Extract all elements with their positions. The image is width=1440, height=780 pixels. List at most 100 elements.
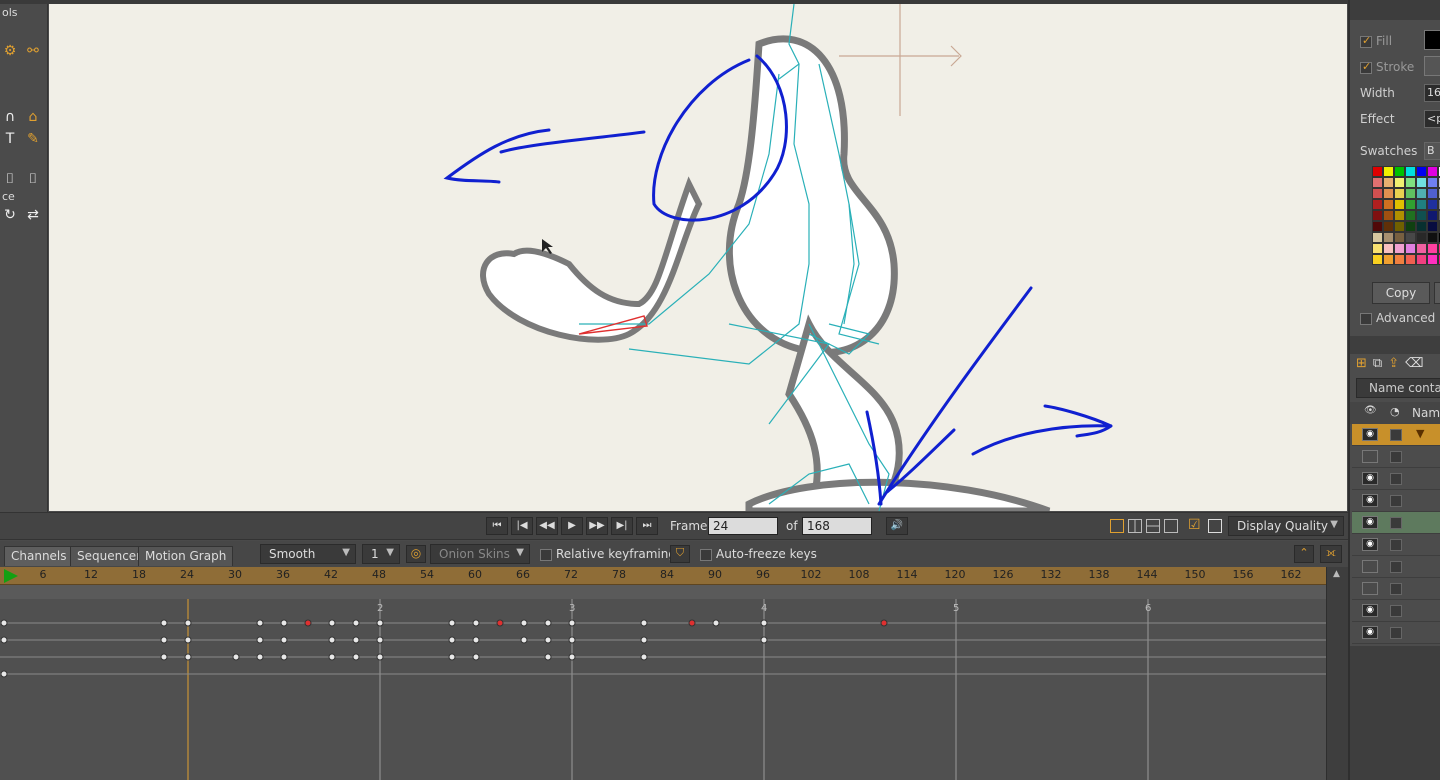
quad-view-icon[interactable]: [1164, 519, 1178, 533]
name-filter-input[interactable]: Name contain: [1356, 378, 1440, 398]
curve-tool-icon[interactable]: ∩: [0, 108, 20, 126]
stroke-label: Stroke: [1376, 60, 1415, 74]
width-input[interactable]: 16: [1424, 84, 1440, 102]
swatches-dropdown[interactable]: B: [1424, 142, 1440, 160]
relative-keyframing-checkbox[interactable]: [540, 548, 552, 561]
tab-sequencer[interactable]: Sequencer: [70, 546, 149, 566]
fill-checkbox[interactable]: [1360, 34, 1372, 48]
horizontal-split-icon[interactable]: [1146, 519, 1160, 533]
new-layer-icon[interactable]: ⊞: [1356, 356, 1367, 371]
frame-input[interactable]: 24: [708, 517, 778, 535]
keyframe-tracks[interactable]: 2 3 4 5 6: [0, 599, 1326, 780]
step-forward-icon[interactable]: ▶▶: [586, 517, 608, 535]
layer-visibility-icon[interactable]: ◉: [1362, 494, 1378, 507]
next-key-icon[interactable]: ▶|: [611, 517, 633, 535]
layer-row-highlighted[interactable]: ◉: [1352, 512, 1440, 534]
layer-row[interactable]: ◉: [1352, 600, 1440, 622]
stroke-row[interactable]: Stroke: [1360, 60, 1414, 74]
shield-icon[interactable]: ⛉: [670, 545, 690, 563]
shape-tool-icon[interactable]: ⌂: [23, 108, 43, 126]
tab-motion-graph[interactable]: Motion Graph: [138, 546, 234, 566]
step-back-icon[interactable]: ◀◀: [536, 517, 558, 535]
interpolation-dropdown[interactable]: Smooth ▼: [260, 544, 356, 564]
auto-freeze-toggle[interactable]: Auto-freeze keys: [700, 547, 817, 561]
layer-visibility-icon[interactable]: ◉: [1362, 428, 1378, 441]
effect-dropdown[interactable]: <p: [1424, 110, 1440, 128]
layer-lock-toggle[interactable]: [1390, 429, 1402, 441]
advanced-checkbox[interactable]: [1360, 312, 1372, 325]
layer-visibility-icon[interactable]: ◉: [1362, 516, 1378, 529]
previous-key-icon[interactable]: |◀: [511, 517, 533, 535]
quality-check-icon[interactable]: ☑: [1188, 517, 1201, 533]
single-view-icon[interactable]: [1110, 519, 1124, 533]
layer-lock-toggle[interactable]: [1390, 627, 1402, 639]
drawing-canvas[interactable]: [49, 4, 1347, 511]
layer-row[interactable]: [1352, 578, 1440, 600]
duplicate-layer-icon[interactable]: ⧉: [1373, 356, 1382, 371]
collapse-timeline-icon[interactable]: ⌃: [1294, 545, 1314, 563]
audio-icon[interactable]: 🔊: [886, 517, 908, 535]
layer-lock-toggle[interactable]: [1390, 561, 1402, 573]
timeline-scrollbar[interactable]: ▲: [1326, 567, 1348, 780]
play-icon[interactable]: ▶: [561, 517, 583, 535]
layer-expand-icon[interactable]: ▼: [1416, 427, 1424, 440]
go-to-end-icon[interactable]: ⏭: [636, 517, 658, 535]
stroke-checkbox[interactable]: [1360, 60, 1372, 74]
layer-visibility-icon[interactable]: [1362, 560, 1378, 573]
step-dropdown[interactable]: 1 ▼: [362, 544, 400, 564]
tab-channels[interactable]: Channels: [4, 546, 74, 566]
timeline-range-icon[interactable]: ⟗: [1320, 545, 1342, 563]
onion-skins-dropdown[interactable]: Onion Skins ▼: [430, 544, 530, 564]
display-quality-dropdown[interactable]: Display Quality ▼: [1228, 516, 1344, 536]
start-marker-icon[interactable]: [4, 569, 18, 583]
delete-layer-icon[interactable]: ⌫: [1405, 356, 1423, 371]
keyframe-dot: [568, 653, 576, 661]
frame-bounds-icon[interactable]: [1208, 519, 1222, 533]
relative-keyframing-toggle[interactable]: Relative keyframing: [540, 547, 676, 561]
copy-swatch-button[interactable]: Copy: [1372, 282, 1430, 304]
brush-tool-icon[interactable]: ✎: [23, 130, 43, 148]
layer-row[interactable]: ◉: [1352, 468, 1440, 490]
onion-skin-icon[interactable]: ◎: [406, 545, 426, 563]
layer-lock-toggle[interactable]: [1390, 495, 1402, 507]
layer-row[interactable]: ◉: [1352, 490, 1440, 512]
layer-lock-toggle[interactable]: [1390, 517, 1402, 529]
camera-icon[interactable]: ⌷: [0, 170, 20, 188]
advanced-row[interactable]: Advanced: [1360, 311, 1435, 325]
layer-visibility-icon[interactable]: ◉: [1362, 538, 1378, 551]
bone-transform-icon[interactable]: ⚙: [0, 42, 20, 60]
layer-visibility-icon[interactable]: ◉: [1362, 604, 1378, 617]
paste-swatch-button[interactable]: [1434, 282, 1440, 304]
layer-visibility-icon[interactable]: [1362, 450, 1378, 463]
import-layer-icon[interactable]: ⇪: [1388, 356, 1399, 371]
auto-freeze-checkbox[interactable]: [700, 548, 712, 561]
go-to-start-icon[interactable]: ⏮: [486, 517, 508, 535]
fill-row[interactable]: Fill: [1360, 34, 1392, 48]
layer-row[interactable]: ◉: [1352, 534, 1440, 556]
frame-ruler[interactable]: 6 12 18 24 30 36 42 48 54 60 66 72 78 84 90 96 102 108 114…: [0, 567, 1326, 585]
rotate-icon[interactable]: ↻: [0, 206, 20, 224]
cycle-icon[interactable]: ⇄: [23, 206, 43, 224]
layer-lock-toggle[interactable]: [1390, 473, 1402, 485]
camera-alt-icon[interactable]: ⌷: [23, 170, 43, 188]
text-tool-icon[interactable]: T: [0, 130, 20, 148]
layer-visibility-icon[interactable]: ◉: [1362, 472, 1378, 485]
layer-row-selected[interactable]: ◉ ▼: [1352, 424, 1440, 446]
split-view-icon[interactable]: [1128, 519, 1142, 533]
layer-row[interactable]: [1352, 446, 1440, 468]
scroll-up-icon[interactable]: ▲: [1333, 569, 1340, 579]
layer-lock-toggle[interactable]: [1390, 539, 1402, 551]
layer-visibility-icon[interactable]: [1362, 582, 1378, 595]
layer-lock-toggle[interactable]: [1390, 451, 1402, 463]
bone-manipulate-icon[interactable]: ⚯: [23, 42, 43, 60]
layer-lock-toggle[interactable]: [1390, 605, 1402, 617]
layer-row[interactable]: [1352, 556, 1440, 578]
layer-row[interactable]: ◉: [1352, 622, 1440, 644]
fill-color-swatch[interactable]: [1424, 30, 1440, 50]
layer-visibility-icon[interactable]: ◉: [1362, 626, 1378, 639]
total-frames-input[interactable]: 168: [802, 517, 872, 535]
layer-lock-toggle[interactable]: [1390, 583, 1402, 595]
color-palette[interactable]: [1372, 166, 1440, 276]
stroke-color-swatch[interactable]: [1424, 56, 1440, 76]
keyframe-dot: [0, 619, 8, 627]
